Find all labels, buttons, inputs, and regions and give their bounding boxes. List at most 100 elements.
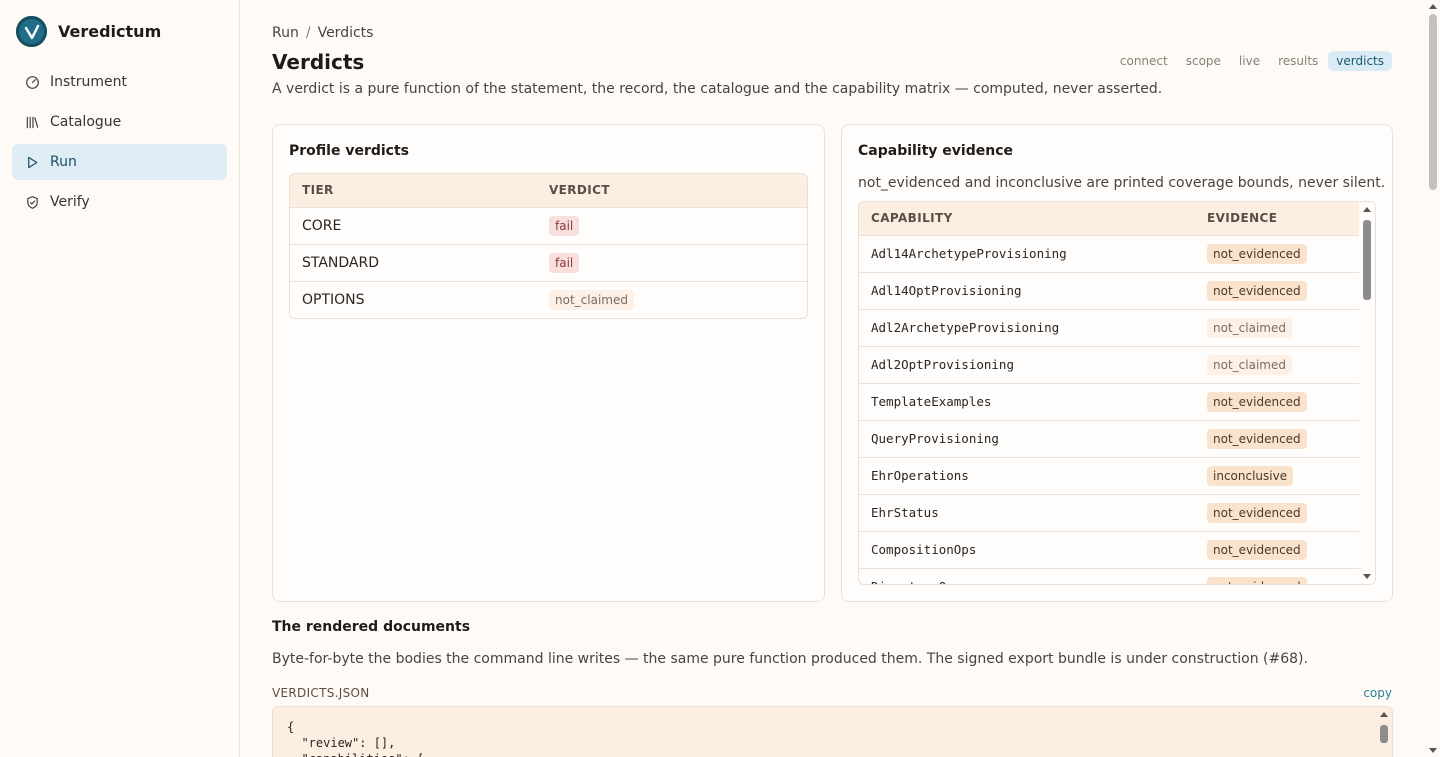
verdict-cell: fail bbox=[537, 244, 807, 282]
status-badge: not_evidenced bbox=[1207, 280, 1307, 301]
col-header-evidence: EVIDENCE bbox=[1195, 202, 1361, 236]
status-badge: not_evidenced bbox=[1207, 243, 1307, 264]
table-row: STANDARD fail bbox=[290, 244, 807, 282]
col-header-tier: TIER bbox=[290, 174, 537, 208]
capability-evidence-card: Capability evidence not_evidenced and in… bbox=[841, 124, 1393, 602]
evidence-cell: not_evidenced bbox=[1195, 383, 1361, 421]
table-row: Adl14ArchetypeProvisioning not_evidenced bbox=[859, 235, 1361, 273]
status-badge: not_evidenced bbox=[1207, 428, 1307, 449]
tier-cell: OPTIONS bbox=[302, 291, 365, 308]
capability-evidence-title: Capability evidence bbox=[858, 143, 1013, 159]
scroll-up-arrow-icon[interactable] bbox=[1429, 4, 1437, 9]
table-row: Adl2ArchetypeProvisioning not_claimed bbox=[859, 309, 1361, 347]
breadcrumb-current: Verdicts bbox=[317, 25, 374, 41]
scroll-thumb[interactable] bbox=[1363, 220, 1371, 300]
capability-cell: Adl2ArchetypeProvisioning bbox=[859, 309, 1195, 347]
step-results[interactable]: results bbox=[1270, 51, 1326, 71]
capability-cell: DirectoryOps bbox=[859, 568, 1195, 584]
table-row: Adl14OptProvisioning not_evidenced bbox=[859, 272, 1361, 310]
evidence-cell: not_evidenced bbox=[1195, 568, 1361, 584]
scroll-thumb[interactable] bbox=[1380, 725, 1388, 743]
status-badge: inconclusive bbox=[1207, 465, 1294, 486]
library-icon bbox=[24, 114, 40, 130]
evidence-cell: not_evidenced bbox=[1195, 420, 1361, 458]
status-badge: not_evidenced bbox=[1207, 502, 1307, 523]
shield-check-icon bbox=[24, 194, 40, 210]
status-badge: not_claimed bbox=[1207, 354, 1292, 375]
rendered-documents-title: The rendered documents bbox=[272, 619, 471, 635]
brand-name: Veredictum bbox=[58, 22, 162, 41]
sidebar-item-label: Run bbox=[50, 154, 77, 170]
evidence-cell: not_evidenced bbox=[1195, 235, 1361, 273]
status-badge: not_claimed bbox=[1207, 317, 1292, 338]
page-lede: A verdict is a pure function of the stat… bbox=[272, 81, 1163, 97]
evidence-cell: inconclusive bbox=[1195, 457, 1361, 495]
table-header-row: TIER VERDICT bbox=[290, 174, 807, 208]
col-header-verdict: VERDICT bbox=[537, 174, 807, 208]
page-title: Verdicts bbox=[272, 50, 365, 74]
sidebar-item-verify[interactable]: Verify bbox=[12, 184, 227, 220]
code-scrollbar[interactable] bbox=[1376, 707, 1392, 757]
tier-cell: STANDARD bbox=[290, 244, 537, 282]
step-live[interactable]: live bbox=[1231, 51, 1268, 71]
step-connect[interactable]: connect bbox=[1112, 51, 1176, 71]
file-label: VERDICTS.JSON bbox=[272, 686, 370, 700]
table-row: EhrStatus not_evidenced bbox=[859, 494, 1361, 532]
status-badge: not_claimed bbox=[549, 289, 634, 310]
scroll-thumb[interactable] bbox=[1429, 14, 1437, 190]
status-badge: not_evidenced bbox=[1207, 391, 1307, 412]
sidebar-nav: Instrument Catalogue Run Verify bbox=[12, 64, 227, 224]
table-row: QueryProvisioning not_evidenced bbox=[859, 420, 1361, 458]
capability-cell: TemplateExamples bbox=[859, 383, 1195, 421]
brand[interactable]: Veredictum bbox=[16, 16, 161, 47]
table-row: EhrOperations inconclusive bbox=[859, 457, 1361, 495]
sidebar: Veredictum Instrument Catalogue Run Veri… bbox=[0, 0, 240, 757]
step-scope[interactable]: scope bbox=[1178, 51, 1229, 71]
scroll-up-arrow-icon[interactable] bbox=[1380, 712, 1388, 717]
sidebar-item-instrument[interactable]: Instrument bbox=[12, 64, 227, 100]
capability-cell: EhrOperations bbox=[859, 457, 1195, 495]
capability-table-scrollbar[interactable] bbox=[1359, 202, 1375, 584]
evidence-cell: not_claimed bbox=[1195, 346, 1361, 384]
capability-cell: CompositionOps bbox=[859, 531, 1195, 569]
play-icon bbox=[24, 154, 40, 170]
page-scrollbar[interactable] bbox=[1426, 0, 1440, 757]
scroll-down-arrow-icon[interactable] bbox=[1429, 748, 1437, 753]
tier-cell: CORE bbox=[290, 207, 537, 245]
evidence-cell: not_evidenced bbox=[1195, 494, 1361, 532]
table-row: DirectoryOps not_evidenced bbox=[859, 568, 1361, 584]
capability-evidence-table[interactable]: CAPABILITY EVIDENCE Adl14ArchetypeProvis… bbox=[858, 201, 1376, 585]
table-row: Adl2OptProvisioning not_claimed bbox=[859, 346, 1361, 384]
status-badge: not_evidenced bbox=[1207, 539, 1307, 560]
breadcrumb-separator: / bbox=[305, 25, 311, 41]
table-row: OPTIONS not_claimed bbox=[290, 281, 807, 318]
verdict-cell: fail bbox=[537, 207, 807, 245]
sidebar-item-label: Catalogue bbox=[50, 114, 122, 130]
status-badge: fail bbox=[549, 252, 580, 273]
evidence-cell: not_evidenced bbox=[1195, 272, 1361, 310]
verdicts-json-code[interactable]: { "review": [], "capabilities": [ bbox=[272, 706, 1393, 757]
sidebar-item-run[interactable]: Run bbox=[12, 144, 227, 180]
rendered-documents-desc: Byte-for-byte the bodies the command lin… bbox=[272, 651, 1308, 667]
breadcrumb-parent[interactable]: Run bbox=[272, 25, 299, 41]
capability-cell: Adl2OptProvisioning bbox=[859, 346, 1195, 384]
sidebar-item-catalogue[interactable]: Catalogue bbox=[12, 104, 227, 140]
step-verdicts[interactable]: verdicts bbox=[1328, 51, 1392, 71]
scroll-down-arrow-icon[interactable] bbox=[1363, 574, 1371, 579]
verdict-cell: not_claimed bbox=[537, 281, 807, 318]
scroll-up-arrow-icon[interactable] bbox=[1363, 207, 1371, 212]
col-header-capability: CAPABILITY bbox=[859, 202, 1195, 236]
table-row: TemplateExamples not_evidenced bbox=[859, 383, 1361, 421]
table-row: CORE fail bbox=[290, 207, 807, 245]
sidebar-item-label: Verify bbox=[50, 194, 90, 210]
main-content: Run / Verdicts Verdicts connect scope live… bbox=[240, 0, 1426, 757]
capability-cell: EhrStatus bbox=[859, 494, 1195, 532]
table-row: CompositionOps not_evidenced bbox=[859, 531, 1361, 569]
profile-verdicts-table: TIER VERDICT CORE fail STANDARD fail OPT… bbox=[289, 173, 808, 319]
table-header-row: CAPABILITY EVIDENCE bbox=[859, 202, 1361, 236]
capability-cell: QueryProvisioning bbox=[859, 420, 1195, 458]
sidebar-item-label: Instrument bbox=[50, 74, 128, 90]
code-content: { "review": [], "capabilities": [ bbox=[287, 720, 424, 757]
status-badge: not_evidenced bbox=[1207, 576, 1307, 584]
copy-button[interactable]: copy bbox=[1363, 686, 1392, 700]
